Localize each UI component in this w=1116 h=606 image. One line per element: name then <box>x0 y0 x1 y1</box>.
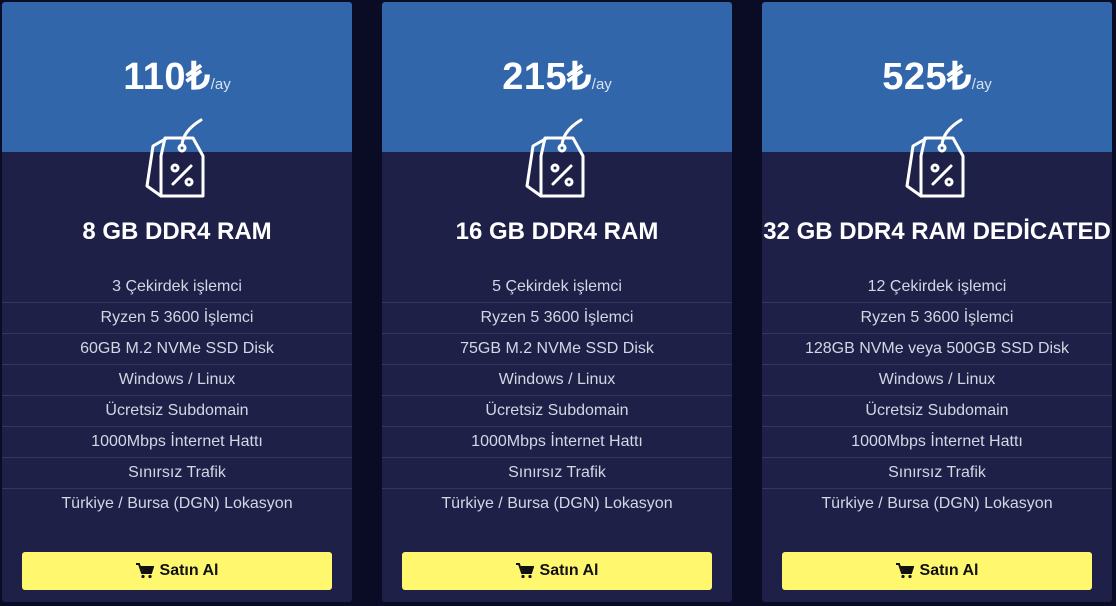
feature-item: 1000Mbps İnternet Hattı <box>762 427 1112 458</box>
discount-tag-icon <box>145 118 205 198</box>
plan-title: 32 GB DDR4 RAM DEDİCATED <box>763 218 1111 245</box>
feature-list: 12 Çekirdek işlemci Ryzen 5 3600 İşlemci… <box>762 272 1112 519</box>
pricing-card-16gb: 215₺/ay 16 GB DDR4 RAM 5 Çekirdek işlemc… <box>382 2 732 602</box>
feature-item: Türkiye / Bursa (DGN) Lokasyon <box>441 495 673 512</box>
buy-button-label: Satın Al <box>539 562 599 579</box>
cart-icon <box>515 563 534 579</box>
pricing-card-8gb: 110₺/ay 8 GB DDR4 RAM 3 Çekirdek işlemci… <box>2 2 352 602</box>
price: 215₺/ay <box>502 54 612 99</box>
feature-item: Ücretsiz Subdomain <box>2 396 352 427</box>
feature-item: Sınırsız Trafik <box>382 458 732 489</box>
price-period: /ay <box>971 76 992 93</box>
price-amount: 525₺ <box>882 56 972 98</box>
feature-item: Sınırsız Trafik <box>762 458 1112 489</box>
feature-item: 75GB M.2 NVMe SSD Disk <box>382 334 732 365</box>
feature-item: Windows / Linux <box>762 365 1112 396</box>
cart-icon <box>135 563 154 579</box>
feature-item: Ücretsiz Subdomain <box>762 396 1112 427</box>
price: 525₺/ay <box>882 54 992 99</box>
feature-item: Türkiye / Bursa (DGN) Lokasyon <box>821 495 1053 512</box>
price-amount: 110₺ <box>123 56 211 98</box>
feature-item: 3 Çekirdek işlemci <box>2 272 352 303</box>
price: 110₺/ay <box>123 54 231 99</box>
pricing-card-32gb: 525₺/ay 32 GB DDR4 RAM DEDİCATED 12 Çeki… <box>762 2 1112 602</box>
feature-item: Windows / Linux <box>382 365 732 396</box>
feature-item: 128GB NVMe veya 500GB SSD Disk <box>762 334 1112 365</box>
price-amount: 215₺ <box>502 56 592 98</box>
price-period: /ay <box>210 76 231 93</box>
feature-item: Sınırsız Trafik <box>2 458 352 489</box>
feature-list: 3 Çekirdek işlemci Ryzen 5 3600 İşlemci … <box>2 272 352 519</box>
feature-item: Ryzen 5 3600 İşlemci <box>382 303 732 334</box>
buy-button-label: Satın Al <box>919 562 979 579</box>
feature-list: 5 Çekirdek işlemci Ryzen 5 3600 İşlemci … <box>382 272 732 519</box>
buy-button[interactable]: Satın Al <box>782 552 1092 590</box>
price-period: /ay <box>591 76 612 93</box>
plan-title: 8 GB DDR4 RAM <box>82 218 272 245</box>
feature-item: Ryzen 5 3600 İşlemci <box>762 303 1112 334</box>
discount-tag-icon <box>905 118 965 198</box>
feature-item: Türkiye / Bursa (DGN) Lokasyon <box>61 495 293 512</box>
plan-title: 16 GB DDR4 RAM <box>455 218 659 245</box>
feature-item: 1000Mbps İnternet Hattı <box>382 427 732 458</box>
feature-item: 1000Mbps İnternet Hattı <box>2 427 352 458</box>
discount-tag-icon <box>525 118 585 198</box>
buy-button[interactable]: Satın Al <box>402 552 712 590</box>
buy-button[interactable]: Satın Al <box>22 552 332 590</box>
feature-item: Ücretsiz Subdomain <box>382 396 732 427</box>
cart-icon <box>895 563 914 579</box>
feature-item: 12 Çekirdek işlemci <box>762 272 1112 303</box>
feature-item: 5 Çekirdek işlemci <box>382 272 732 303</box>
feature-item: Ryzen 5 3600 İşlemci <box>2 303 352 334</box>
buy-button-label: Satın Al <box>159 562 219 579</box>
feature-item: 60GB M.2 NVMe SSD Disk <box>2 334 352 365</box>
feature-item: Windows / Linux <box>2 365 352 396</box>
